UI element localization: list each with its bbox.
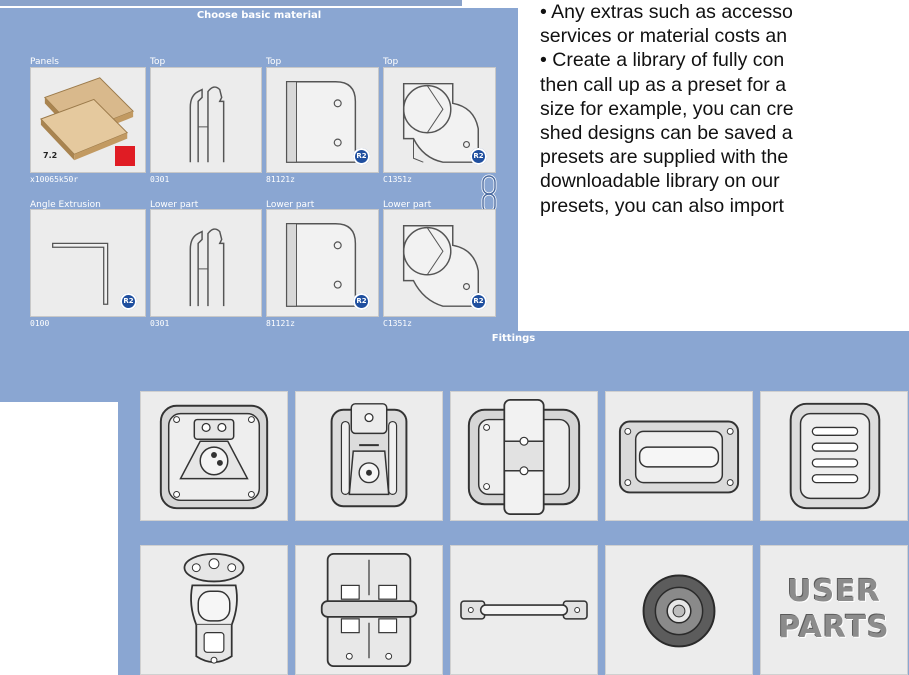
fitting-tile-draw-latch[interactable] [295, 391, 443, 521]
recessed-handle-icon [467, 398, 581, 515]
user-parts-label: USER PARTS [761, 546, 907, 674]
text-line: size for example, you can cre [540, 97, 794, 120]
r2-badge: R2 [353, 293, 370, 310]
user-parts-button[interactable]: USER PARTS [760, 545, 908, 675]
link-chain-icon[interactable] [480, 174, 498, 214]
cell-label-top: Top [150, 57, 166, 67]
material-code: C1351z [383, 175, 412, 184]
material-tile-top-corner[interactable]: R2 [383, 67, 496, 173]
extrusion-profile-icon [189, 86, 225, 163]
material-tile-lower-profile[interactable] [150, 209, 262, 317]
r2-badge: R2 [353, 148, 370, 165]
text-line: then call up as a preset for a [540, 73, 787, 96]
panel-thickness-label: 7.2 [43, 151, 58, 160]
text-line: presets are supplied with the [540, 146, 789, 169]
text-line: • Any extras such as accesso [540, 1, 793, 23]
fitting-tile-butterfly-latch[interactable] [140, 391, 288, 521]
material-tile-lower-corner[interactable]: R2 [383, 209, 496, 317]
text-line: • Create a library of fully con [540, 49, 785, 72]
fittings-title: Fittings [491, 333, 536, 344]
material-code: 0301 [150, 175, 170, 184]
material-tile-panels[interactable]: 7.2 [30, 67, 146, 173]
material-code: C1351z [383, 319, 412, 328]
material-tile-top-plate[interactable]: R2 [266, 67, 379, 173]
material-code: x10065k50r [30, 175, 79, 184]
fittings-panel: Fittings USER PARTS [118, 331, 909, 675]
cell-label-top: Top [266, 57, 282, 67]
user-parts-line: USER [787, 574, 881, 609]
material-tile-top-profile[interactable] [150, 67, 262, 173]
color-swatch[interactable] [115, 146, 135, 166]
material-tile-lower-plate[interactable]: R2 [266, 209, 379, 317]
butterfly-latch-icon [159, 404, 269, 510]
r2-badge: R2 [120, 293, 137, 310]
user-parts-line: PARTS [778, 610, 890, 645]
material-code: 81121z [266, 175, 295, 184]
fitting-tile-vent-plate[interactable] [760, 391, 908, 521]
fitting-tile-recessed-handle[interactable] [450, 391, 598, 521]
text-line: shed designs can be saved a [540, 121, 793, 144]
text-line: services or material costs an [540, 25, 788, 48]
fitting-tile-strap-handle[interactable] [450, 545, 598, 675]
cell-label-top: Top [383, 57, 399, 67]
fitting-tile-hinge[interactable] [295, 545, 443, 675]
description-text: • Any extras such as accesso services or… [540, 0, 909, 330]
r2-badge: R2 [470, 293, 487, 310]
text-line: presets, you can also import [540, 194, 784, 217]
panel-title: Choose basic material [196, 10, 322, 21]
material-code: 0301 [150, 319, 170, 328]
fitting-tile-foot[interactable] [605, 545, 753, 675]
toggle-latch-icon [183, 552, 245, 664]
hinge-icon [320, 552, 418, 668]
r2-badge: R2 [470, 148, 487, 165]
draw-latch-icon [330, 403, 408, 508]
material-tile-angle-extrusion[interactable]: R2 [30, 209, 146, 317]
handle-dish-icon [618, 420, 740, 494]
window-strip [0, 0, 462, 6]
rubber-foot-icon [642, 574, 716, 648]
fitting-tile-handle-dish[interactable] [605, 391, 753, 521]
material-code: 0100 [30, 319, 50, 328]
material-code: 81121z [266, 319, 295, 328]
vent-plate-icon [789, 402, 881, 510]
text-line: downloadable library on our [540, 170, 780, 193]
strap-handle-icon [460, 600, 588, 620]
extrusion-profile-icon [189, 228, 225, 307]
fitting-tile-toggle-latch[interactable] [140, 545, 288, 675]
cell-label-panels: Panels [30, 57, 59, 67]
